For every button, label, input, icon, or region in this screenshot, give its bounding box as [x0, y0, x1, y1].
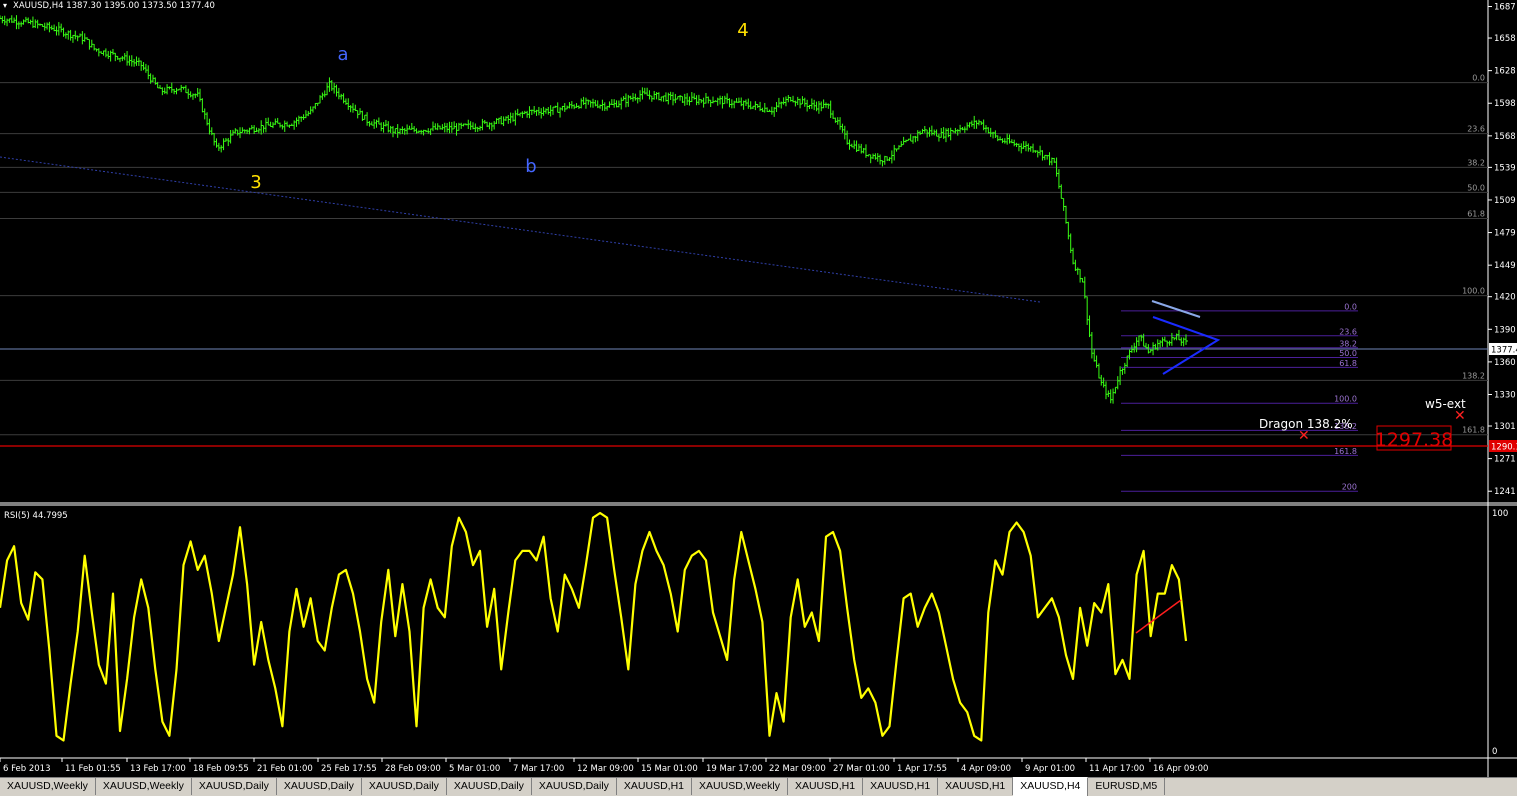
price-tick-label: 1241: [1494, 487, 1516, 497]
fib-small-label: 0.0: [1344, 302, 1357, 311]
chart-tab[interactable]: XAUUSD,Weekly: [96, 778, 192, 795]
time-tick-label: 7 Mar 17:00: [513, 764, 564, 774]
time-tick-label: 22 Mar 09:00: [769, 764, 826, 774]
price-tick-label: 1390: [1494, 325, 1516, 335]
price-tick-label: 1568: [1494, 132, 1516, 142]
chart-tab[interactable]: XAUUSD,Daily: [447, 778, 532, 795]
time-tick-label: 12 Mar 09:00: [577, 764, 634, 774]
fib-level-label: 61.8: [1467, 209, 1485, 218]
price-tick-label: 1301: [1494, 422, 1516, 432]
chart-tab[interactable]: XAUUSD,H1: [938, 778, 1014, 795]
price-tick-label: 1360: [1494, 358, 1516, 368]
time-tick-label: 9 Apr 01:00: [1025, 764, 1075, 774]
price-tick-label: 1330: [1494, 390, 1516, 400]
wave-label-3: 3: [250, 172, 261, 193]
time-tick-label: 28 Feb 09:00: [385, 764, 441, 774]
time-tick-label: 1 Apr 17:55: [897, 764, 947, 774]
level-badge-text: 1290.15: [1491, 443, 1517, 453]
chart-tab[interactable]: XAUUSD,Daily: [362, 778, 447, 795]
time-tick-label: 27 Mar 01:00: [833, 764, 890, 774]
price-tick-label: 1509: [1494, 196, 1516, 206]
rsi-line: [0, 511, 1188, 742]
time-tick-label: 13 Feb 17:00: [130, 764, 186, 774]
price-tick-label: 1598: [1494, 99, 1516, 109]
rsi-scale-top: 100: [1492, 509, 1508, 519]
chart-title-icon: ▾: [3, 1, 7, 10]
chart-tab[interactable]: XAUUSD,Daily: [277, 778, 362, 795]
chart-tab[interactable]: XAUUSD,Daily: [532, 778, 617, 795]
time-tick-label: 16 Apr 09:00: [1153, 764, 1208, 774]
fib-small-label: 50.0: [1339, 349, 1357, 358]
fib-small-label: 61.8: [1339, 359, 1357, 368]
chart-canvas: 0.023.638.250.061.8100.0138.2161.8 0.023…: [0, 0, 1517, 777]
dragon-cross: ✕: [1298, 428, 1310, 444]
chart-tab[interactable]: XAUUSD,H1: [788, 778, 864, 795]
price-tick-label: 1539: [1494, 163, 1516, 173]
fib-level-label: 138.2: [1462, 371, 1485, 380]
chart-tab[interactable]: XAUUSD,H1: [863, 778, 939, 795]
time-tick-label: 15 Mar 01:00: [641, 764, 698, 774]
fib-level-label: 38.2: [1467, 158, 1485, 167]
time-tick-label: 5 Mar 01:00: [449, 764, 500, 774]
price-tick-label: 1420: [1494, 293, 1516, 303]
fib-level-label: 50.0: [1467, 183, 1485, 192]
time-tick-label: 11 Feb 01:55: [65, 764, 121, 774]
current-price-text: 1377.40: [1491, 346, 1517, 356]
fib-small-label: 100.0: [1334, 395, 1357, 404]
fib-level-label: 161.8: [1462, 426, 1485, 435]
time-tick-label: 21 Feb 01:00: [257, 764, 313, 774]
chart-tab[interactable]: XAUUSD,Weekly: [692, 778, 788, 795]
time-tick-label: 11 Apr 17:00: [1089, 764, 1144, 774]
time-axis-ticks: 6 Feb 2013 11 Feb 01:55 13 Feb 17:00 18 Feb…: [0, 758, 1208, 774]
time-tick-label: 18 Feb 09:55: [193, 764, 249, 774]
price-tick-label: 1449: [1494, 261, 1516, 271]
chart-tab[interactable]: XAUUSD,Daily: [192, 778, 277, 795]
wave-label-b: b: [525, 156, 536, 177]
chart-tab[interactable]: EURUSD,M5: [1088, 778, 1166, 795]
chart-tab[interactable]: XAUUSD,Weekly: [0, 778, 96, 795]
target-price: 1297.38: [1375, 429, 1454, 451]
fib-level-label: 0.0: [1472, 74, 1485, 83]
w5-cross: ✕: [1454, 408, 1466, 424]
time-tick-label: 4 Apr 09:00: [961, 764, 1011, 774]
price-tick-label: 1658: [1494, 34, 1516, 44]
fib-small-label: 161.8: [1334, 447, 1357, 456]
fib-level-label: 23.6: [1467, 125, 1485, 134]
wave-label-4: 4: [737, 20, 748, 41]
rsi-label: RSI(5) 44.7995: [4, 511, 68, 521]
chart-title: XAUUSD,H4 1387.30 1395.00 1373.50 1377.4…: [13, 1, 215, 11]
chart-tab[interactable]: XAUUSD,H1: [617, 778, 693, 795]
price-tick-label: 1271: [1494, 455, 1516, 465]
price-tick-label: 1479: [1494, 229, 1516, 239]
time-tick-label: 19 Mar 17:00: [706, 764, 763, 774]
chart-tab-bar: XAUUSD,Weekly XAUUSD,Weekly XAUUSD,Daily XA…: [0, 777, 1517, 796]
rsi-divergence-line: [1135, 599, 1182, 634]
fib-small-label: 38.2: [1339, 339, 1357, 348]
rsi-series: [0, 511, 1188, 742]
rsi-scale-bottom: 0: [1492, 747, 1497, 757]
fib-small-label: 23.6: [1339, 327, 1357, 336]
fib-small-label: 200: [1342, 483, 1357, 492]
fib-level-label: 100.0: [1462, 287, 1485, 296]
price-tick-label: 1628: [1494, 67, 1516, 77]
time-tick-label: 6 Feb 2013: [3, 764, 51, 774]
wave-label-a: a: [337, 44, 348, 65]
price-tick-label: 1687: [1494, 3, 1516, 13]
chart-tab[interactable]: XAUUSD,H4: [1013, 777, 1089, 796]
time-tick-label: 25 Feb 17:55: [321, 764, 377, 774]
price-axis-ticks: 1687 1658 1628 1598 1568 1539 1509 1479 1449 1420…: [1488, 3, 1516, 497]
